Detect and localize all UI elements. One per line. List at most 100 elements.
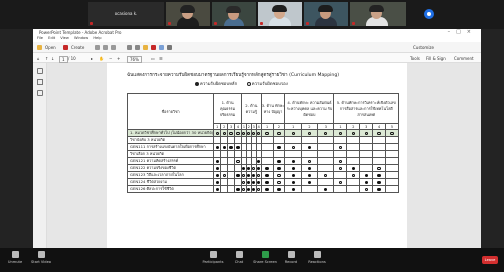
mapping-cell [213, 185, 222, 193]
record-button[interactable]: Record [278, 251, 304, 264]
chat-button[interactable]: Chat [226, 251, 252, 264]
open-button[interactable]: Open [43, 44, 58, 51]
muted-mic-icon [214, 22, 217, 25]
secondary-responsibility-dot [390, 131, 394, 136]
participant-tile[interactable] [258, 2, 302, 26]
fill-sign-tab[interactable]: Fill & Sign [426, 56, 446, 61]
fit-page-icon[interactable]: ▭ [151, 56, 155, 61]
settings-icon[interactable] [127, 45, 132, 50]
participant-tile[interactable] [166, 2, 210, 26]
hand-tool-icon[interactable]: ✋ [99, 56, 104, 61]
window-controls[interactable]: –□× [448, 29, 477, 35]
mapping-cell [272, 136, 286, 144]
save-icon[interactable] [95, 45, 100, 50]
participant-tile[interactable] [212, 2, 256, 26]
mapping-cell [333, 164, 348, 172]
participant-tile[interactable] [304, 2, 348, 26]
window-titlebar: PowerPoint Template - Adobe Acrobat Pro … [33, 29, 481, 36]
sign-icon[interactable] [167, 45, 172, 50]
page-up-icon[interactable]: ↑ [45, 56, 48, 61]
zoom-in-icon[interactable]: + [117, 56, 120, 61]
secondary-responsibility-dot [338, 166, 343, 171]
mapping-cell [284, 143, 302, 151]
mapping-cell [300, 143, 319, 151]
share-icon[interactable] [159, 45, 164, 50]
page-thumbnails-icon[interactable] [37, 68, 43, 74]
tools-tab[interactable]: Tools [410, 56, 420, 61]
secondary-responsibility-dot [242, 131, 246, 136]
mapping-cell [272, 185, 286, 193]
primary-responsibility-dot [277, 159, 281, 164]
primary-responsibility-dot [277, 145, 281, 150]
mapping-cell [384, 178, 400, 186]
mapping-cell [284, 150, 302, 158]
home-icon[interactable]: ⌂ [37, 56, 40, 61]
highlight-icon[interactable] [143, 45, 148, 50]
zoom-out-icon[interactable]: − [109, 56, 112, 61]
participant-tile[interactable]: ocasiona k. [88, 2, 164, 26]
document-title: ฉันแสดงการกระจายความรับผิดชอบมาตรฐานผลกา… [127, 73, 340, 78]
row-label: GEN123 วิถีและเวลาภายในโลก [126, 171, 215, 179]
participant-tile[interactable] [350, 2, 406, 26]
hollow-dot-icon [246, 81, 251, 86]
folder-icon [37, 45, 42, 50]
secondary-responsibility-dot [291, 145, 295, 150]
mapping-cell [227, 178, 236, 186]
row-label: 1. หมวดวิชาศึกษาทั่วไป (ไม่น้อยกว่า 30 ห… [126, 129, 215, 137]
mapping-cell [317, 150, 335, 158]
mapping-cell [234, 178, 242, 186]
scroll-mode-icon[interactable]: ☰ [159, 56, 163, 61]
reactions-button[interactable]: Reactions [304, 251, 330, 264]
mapping-cell [272, 171, 286, 179]
export-icon[interactable] [151, 45, 156, 50]
primary-responsibility-dot [247, 187, 251, 192]
comment-tab[interactable]: Comment [454, 56, 474, 61]
mapping-cell [284, 129, 302, 137]
navigation-pane [33, 63, 47, 248]
bookmarks-icon[interactable] [37, 79, 43, 85]
attachments-icon[interactable] [37, 90, 43, 96]
document-area[interactable]: ฉันแสดงการกระจายความรับผิดชอบมาตรฐานผลกา… [47, 63, 481, 248]
mapping-cell [359, 129, 374, 137]
unmute-button[interactable]: Unmute [2, 251, 28, 264]
share-screen-button[interactable]: Share Screen [252, 251, 278, 264]
mapping-cell [346, 129, 361, 137]
pdf-page: ฉันแสดงการกระจายความรับผิดชอบมาตรฐานผลกา… [107, 63, 407, 248]
page-number-input[interactable]: 1 [59, 56, 68, 63]
page-down-icon[interactable]: ↓ [51, 56, 54, 61]
primary-responsibility-dot [247, 173, 251, 178]
table-row: GEN122 ความจริงของชีวิต [126, 164, 400, 172]
user-avatar-icon[interactable] [424, 9, 434, 19]
leave-button[interactable]: Leave [482, 256, 498, 264]
mapping-cell [220, 150, 229, 158]
primary-responsibility-dot [277, 166, 281, 171]
start-video-button[interactable]: Start Video [28, 251, 54, 264]
menu-view[interactable]: View [60, 36, 69, 40]
email-icon[interactable] [111, 45, 116, 50]
mapping-cell [234, 185, 242, 193]
menu-file[interactable]: File [37, 36, 43, 40]
select-tool-icon[interactable]: ▸ [91, 56, 93, 61]
mapping-cell [333, 157, 348, 165]
primary-responsibility-dot [364, 180, 368, 185]
mapping-cell [317, 185, 335, 193]
menu-window[interactable]: Window [74, 36, 88, 40]
mapping-cell [220, 171, 229, 179]
mapping-cell [372, 136, 386, 144]
create-button[interactable]: Create [69, 44, 86, 51]
primary-responsibility-dot [291, 173, 295, 178]
zoom-level[interactable]: 76% [127, 56, 142, 63]
menu-edit[interactable]: Edit [48, 36, 55, 40]
menu-help[interactable]: Help [93, 36, 101, 40]
secondary-responsibility-dot [257, 173, 261, 178]
mapping-cell [384, 136, 400, 144]
mapping-cell [317, 136, 335, 144]
primary-responsibility-dot [351, 166, 355, 171]
mapping-cell [384, 143, 400, 151]
comment-icon[interactable] [135, 45, 140, 50]
secondary-responsibility-dot [252, 131, 256, 136]
customize-button[interactable]: Customize [411, 44, 436, 51]
print-icon[interactable] [103, 45, 108, 50]
participants-button[interactable]: Participants [200, 251, 226, 264]
filled-dot-icon [195, 81, 199, 86]
